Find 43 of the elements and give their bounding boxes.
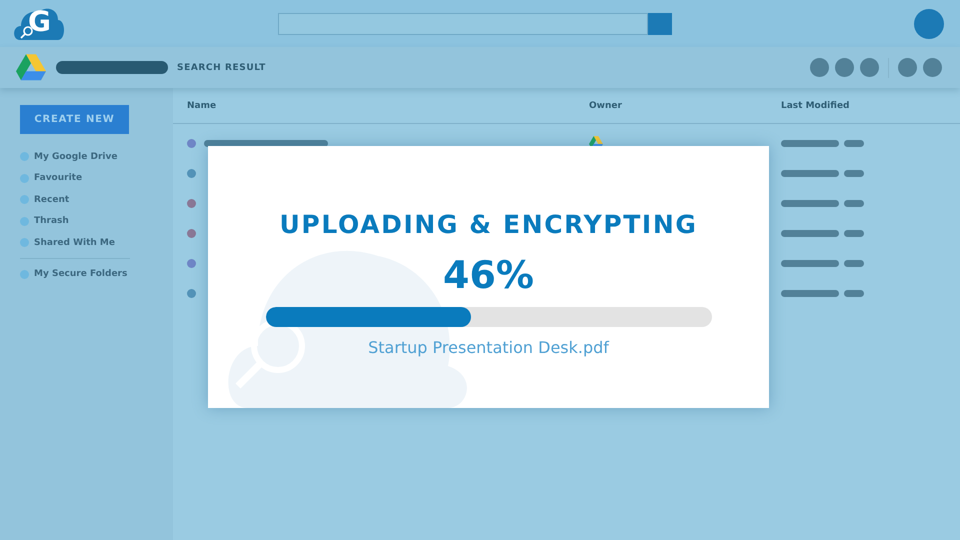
sidebar-item[interactable]: Favourite	[34, 173, 82, 184]
column-header[interactable]: Name	[187, 100, 589, 110]
time-placeholder	[844, 260, 864, 266]
sidebar-item[interactable]: My Secure Folders	[34, 269, 128, 280]
date-placeholder	[781, 170, 839, 176]
date-placeholder	[781, 200, 839, 206]
time-placeholder	[844, 200, 864, 206]
create-new-button[interactable]: CREATE NEW	[20, 105, 129, 134]
toolbar-icon[interactable]	[923, 58, 942, 77]
toolbar-icon[interactable]	[898, 58, 917, 77]
time-placeholder	[844, 290, 864, 296]
bullet-icon	[20, 195, 29, 204]
toolbar-icon[interactable]	[810, 58, 829, 77]
avatar[interactable]	[914, 8, 944, 38]
progress-percent: 46%	[443, 253, 534, 297]
toolbar-icon[interactable]	[835, 58, 854, 77]
file-name: Startup Presentation Desk.pdf	[368, 338, 609, 357]
bullet-icon	[20, 152, 29, 162]
search-button[interactable]	[648, 12, 672, 34]
time-placeholder	[844, 170, 864, 176]
bullet-icon	[20, 216, 29, 226]
bullet-icon	[20, 238, 29, 248]
date-placeholder	[781, 140, 839, 146]
sidebar-item[interactable]: Shared With Me	[34, 238, 115, 248]
sidebar-item[interactable]: Thrash	[34, 216, 69, 226]
search-field[interactable]	[278, 12, 648, 34]
time-placeholder	[844, 140, 864, 146]
date-placeholder	[781, 230, 839, 236]
column-header[interactable]: Last Modified	[781, 100, 946, 110]
bullet-icon	[20, 270, 29, 279]
drive-icon	[16, 54, 46, 81]
toolbar-title: SEARCH RESULT	[177, 62, 266, 72]
dialog-title: UPLOADING & ENCRYPTING	[280, 210, 698, 239]
cloud-logo-icon	[12, 6, 66, 42]
column-header[interactable]: Owner	[589, 100, 781, 110]
bullet-icon	[20, 174, 29, 183]
time-placeholder	[844, 230, 864, 236]
toolbar-icon[interactable]	[860, 58, 879, 77]
sidebar-item[interactable]: Recent	[34, 194, 70, 205]
date-placeholder	[781, 290, 839, 296]
logo-letter: G	[28, 4, 51, 40]
sidebar-item[interactable]: My Google Drive	[34, 152, 118, 162]
date-placeholder	[781, 260, 839, 266]
